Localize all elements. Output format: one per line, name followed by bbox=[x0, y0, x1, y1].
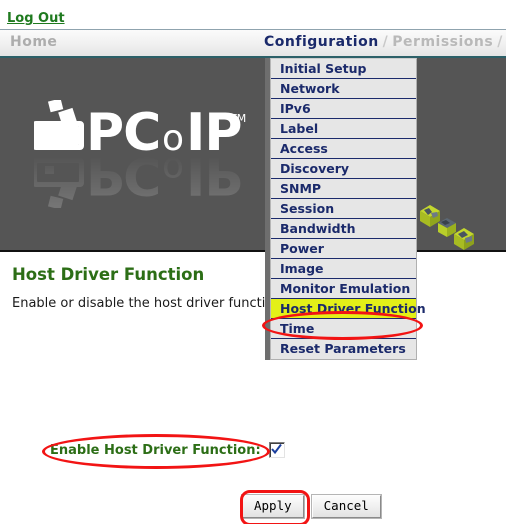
menu-item-monitor-emulation[interactable]: Monitor Emulation bbox=[271, 279, 416, 299]
nav-breadcrumb: Configuration / Permissions / bbox=[264, 34, 506, 50]
menu-item-bandwidth[interactable]: Bandwidth bbox=[271, 219, 416, 239]
menu-item-access[interactable]: Access bbox=[271, 139, 416, 159]
nav-separator-1: / bbox=[382, 34, 389, 50]
menu-item-reset-parameters[interactable]: Reset Parameters bbox=[271, 339, 416, 359]
logout-link[interactable]: Log Out bbox=[7, 11, 65, 26]
trademark-symbol: TM bbox=[229, 112, 246, 125]
nav-separator-2: / bbox=[497, 34, 503, 50]
svg-text:o: o bbox=[162, 118, 184, 158]
menu-item-host-driver-function[interactable]: Host Driver Function bbox=[271, 299, 426, 319]
menu-item-discovery[interactable]: Discovery bbox=[271, 159, 416, 179]
svg-text:PC: PC bbox=[86, 150, 160, 205]
configuration-dropdown-list: Initial Setup Network IPv6 Label Access … bbox=[270, 58, 426, 360]
menu-item-power[interactable]: Power bbox=[271, 239, 416, 259]
svg-text:o: o bbox=[162, 150, 184, 190]
menu-item-session[interactable]: Session bbox=[271, 199, 416, 219]
cube-icon-3 bbox=[454, 228, 474, 250]
pcoip-logo: PC o IP TM PC o IP bbox=[32, 98, 249, 210]
decorative-cubes bbox=[418, 201, 480, 252]
nav-item-permissions[interactable]: Permissions bbox=[392, 34, 493, 50]
apply-button[interactable]: Apply bbox=[241, 494, 305, 519]
menu-item-image[interactable]: Image bbox=[271, 259, 416, 279]
menu-item-network[interactable]: Network bbox=[271, 79, 416, 99]
cube-icon-2 bbox=[438, 218, 456, 237]
cube-icon-1 bbox=[420, 205, 440, 227]
checkmark-icon bbox=[270, 444, 282, 455]
svg-text:PC: PC bbox=[86, 103, 160, 158]
page-description: Enable or disable the host driver functi… bbox=[12, 296, 286, 311]
form-buttons: Apply Cancel bbox=[241, 494, 382, 519]
pcoip-logo-mark-mirror: PC o IP bbox=[32, 145, 242, 210]
hero-banner: PC o IP TM PC o IP bbox=[0, 58, 506, 252]
nav-item-home[interactable]: Home bbox=[10, 34, 57, 50]
enable-host-driver-checkbox[interactable] bbox=[268, 442, 285, 458]
navigation-bar: Home Configuration / Permissions / bbox=[0, 30, 506, 57]
svg-text:IP: IP bbox=[186, 150, 241, 205]
menu-item-snmp[interactable]: SNMP bbox=[271, 179, 416, 199]
cancel-button[interactable]: Cancel bbox=[310, 494, 382, 519]
enable-host-driver-field: Enable Host Driver Function: bbox=[50, 442, 285, 458]
menu-item-label[interactable]: Label bbox=[271, 119, 416, 139]
browser-page: Log Out Home Configuration / Permissions / bbox=[0, 0, 506, 524]
page-title: Host Driver Function bbox=[12, 265, 205, 284]
menu-item-ipv6[interactable]: IPv6 bbox=[271, 99, 416, 119]
menu-item-time[interactable]: Time bbox=[271, 319, 416, 339]
enable-host-driver-label: Enable Host Driver Function: bbox=[50, 442, 261, 458]
main-content: Host Driver Function Enable or disable t… bbox=[0, 252, 506, 524]
nav-item-configuration[interactable]: Configuration bbox=[264, 34, 379, 50]
configuration-dropdown-menu[interactable]: Initial Setup Network IPv6 Label Access … bbox=[265, 58, 426, 360]
pcoip-logo-reflection: PC o IP bbox=[32, 145, 249, 210]
menu-item-initial-setup[interactable]: Initial Setup bbox=[271, 59, 416, 79]
top-strip: Log Out bbox=[0, 0, 506, 30]
pcoip-logo-mark: PC o IP TM bbox=[32, 98, 246, 163]
